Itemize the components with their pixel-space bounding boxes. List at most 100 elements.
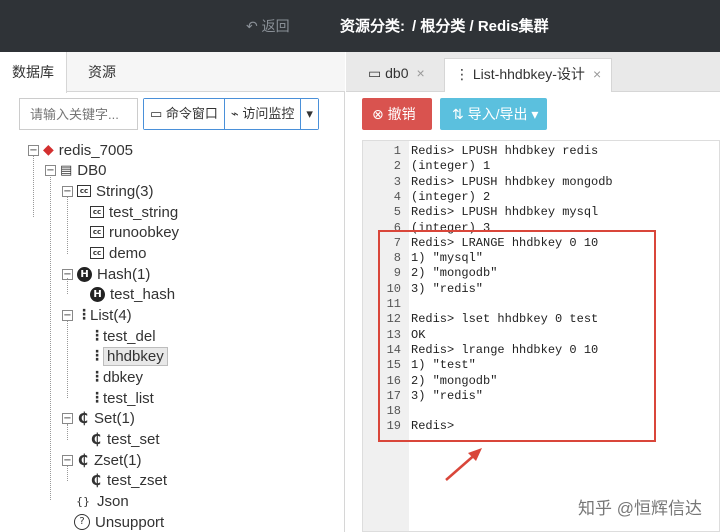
console-text: Redis> LPUSH hhdbkey redis bbox=[411, 144, 599, 158]
back-button[interactable]: ↶ 返回 bbox=[246, 16, 290, 36]
tree-group-list[interactable]: − ⋮ List(4) bbox=[62, 305, 132, 325]
tree-group-string[interactable]: − cc String(3) bbox=[62, 181, 154, 201]
command-window-label: 命令窗口 bbox=[165, 106, 218, 121]
console-text: (integer) 2 bbox=[411, 189, 491, 204]
tree-key[interactable]: ₵ test_set bbox=[90, 429, 160, 449]
key-label: dbkey bbox=[103, 368, 144, 386]
key-label: test_hash bbox=[110, 285, 176, 303]
tree-line bbox=[50, 175, 51, 500]
list-group-label: List(4) bbox=[90, 306, 132, 324]
tab-db0[interactable]: ▭ db0 × bbox=[358, 58, 435, 92]
monitor-icon: ▭ bbox=[368, 65, 386, 81]
braces-icon: {} bbox=[76, 494, 90, 508]
tree-key[interactable]: ⋮ dbkey bbox=[90, 367, 143, 387]
collapse-icon[interactable]: − bbox=[62, 185, 73, 197]
tree-key[interactable]: cc runoobkey bbox=[90, 222, 179, 242]
collapse-icon[interactable]: − bbox=[28, 144, 39, 156]
breadcrumb[interactable]: / 根分类 / Redis集群 bbox=[412, 15, 549, 36]
editor-tabs: ▭ db0 × ⋮ List-hhdbkey-设计 × bbox=[346, 52, 720, 92]
json-label: Json bbox=[97, 492, 129, 510]
key-label: demo bbox=[109, 244, 147, 262]
string-icon: cc bbox=[77, 185, 91, 197]
question-icon: ? bbox=[74, 514, 90, 530]
undo-button[interactable]: ⊗ 撤销 bbox=[362, 98, 432, 130]
collapse-icon[interactable]: − bbox=[62, 268, 73, 280]
collapse-icon[interactable]: − bbox=[62, 309, 73, 321]
set-icon: ₵ bbox=[90, 430, 102, 448]
dropdown-toggle[interactable]: ▾ bbox=[301, 99, 318, 129]
console-text: Redis> LPUSH hhdbkey mysql bbox=[411, 205, 599, 220]
tree-line bbox=[33, 155, 34, 217]
monitor-button[interactable]: ⌁ 访问监控 bbox=[224, 99, 302, 129]
hash-icon: H bbox=[90, 286, 105, 302]
tree-key[interactable]: ⋮ test_list bbox=[90, 388, 154, 408]
resource-category-label: 资源分类: bbox=[340, 18, 405, 35]
tree-key[interactable]: Htest_hash bbox=[90, 284, 175, 304]
collapse-icon[interactable]: − bbox=[62, 454, 73, 466]
tree-group-zset[interactable]: − ₵ Zset(1) bbox=[62, 450, 142, 470]
tree-server-label: redis_7005 bbox=[58, 141, 134, 159]
import-export-button[interactable]: ⇅ 导入/导出 ▾ bbox=[440, 98, 547, 130]
key-label: test_del bbox=[103, 327, 156, 345]
caret-down-icon: ▾ bbox=[306, 106, 313, 121]
redis-icon: ◆ bbox=[43, 142, 54, 158]
import-export-label: 导入/导出 bbox=[467, 106, 528, 122]
tab-resource[interactable]: 资源 bbox=[76, 52, 128, 92]
tree-line bbox=[67, 320, 68, 398]
tab-database[interactable]: 数据库 bbox=[0, 52, 67, 93]
collapse-icon[interactable]: − bbox=[45, 164, 56, 176]
key-label: test_zset bbox=[107, 471, 168, 489]
zset-icon: ₵ bbox=[77, 451, 89, 469]
close-circle-icon: ⊗ bbox=[372, 106, 388, 122]
list-icon: ⋮ bbox=[90, 348, 104, 364]
key-label: test_string bbox=[109, 203, 179, 221]
list-icon: ⋮ bbox=[455, 66, 473, 82]
string-icon: cc bbox=[90, 247, 104, 259]
tab-db0-label: db0 bbox=[385, 65, 409, 81]
list-icon: ⋮ bbox=[77, 307, 91, 323]
string-group-label: String(3) bbox=[96, 182, 154, 200]
tree-group-unsupport[interactable]: ? Unsupport bbox=[74, 512, 164, 532]
tree-key[interactable]: ₵ test_zset bbox=[90, 470, 167, 490]
left-panel: 数据库 资源 ▭ 命令窗口 ⌁ 访问监控 ▾ −◆redis_7005 −▤DB… bbox=[0, 52, 345, 532]
tab-list-design-label: List-hhdbkey-设计 bbox=[472, 66, 585, 82]
tree-group-json[interactable]: {} Json bbox=[74, 491, 129, 511]
tree-key[interactable]: cc demo bbox=[90, 243, 147, 263]
tab-list-design[interactable]: ⋮ List-hhdbkey-设计 × bbox=[444, 58, 613, 92]
unsupport-label: Unsupport bbox=[95, 513, 165, 531]
sort-icon: ⇅ bbox=[452, 106, 468, 122]
tree-line bbox=[67, 196, 68, 254]
tree-db[interactable]: − ▤ DB0 bbox=[45, 160, 106, 180]
close-icon[interactable]: × bbox=[593, 66, 601, 82]
highlight-box bbox=[378, 230, 656, 442]
tree-group-set[interactable]: − ₵ Set(1) bbox=[62, 408, 135, 428]
close-icon[interactable]: × bbox=[416, 65, 424, 81]
zset-group-label: Zset(1) bbox=[94, 451, 142, 469]
string-icon: cc bbox=[90, 226, 104, 238]
tree-db-label: DB0 bbox=[77, 161, 107, 179]
search-input[interactable] bbox=[19, 98, 138, 130]
line-number: 5 bbox=[393, 205, 401, 220]
zset-icon: ₵ bbox=[90, 471, 102, 489]
console-text: Redis> LPUSH hhdbkey mongodb bbox=[411, 174, 613, 189]
left-tabs: 数据库 资源 bbox=[0, 52, 345, 93]
tree-key[interactable]: cc test_string bbox=[90, 202, 178, 222]
key-label: test_list bbox=[103, 389, 154, 407]
line-number: 3 bbox=[393, 174, 401, 189]
list-icon: ⋮ bbox=[90, 390, 104, 406]
tree-server[interactable]: − ◆ redis_7005 bbox=[28, 140, 133, 160]
command-window-button[interactable]: ▭ 命令窗口 bbox=[144, 99, 225, 129]
chart-icon: ⌁ bbox=[230, 106, 243, 121]
key-label: hhdbkey bbox=[103, 346, 168, 366]
console-text: (integer) 1 bbox=[411, 159, 491, 174]
arrow-annotation bbox=[445, 448, 482, 481]
list-icon: ⋮ bbox=[90, 369, 104, 385]
tree-key[interactable]: ⋮ test_del bbox=[90, 326, 156, 346]
collapse-icon[interactable]: − bbox=[62, 412, 73, 424]
back-icon: ↶ bbox=[246, 18, 258, 34]
tree-key-selected[interactable]: ⋮ hhdbkey bbox=[90, 346, 168, 366]
line-number: 4 bbox=[393, 189, 401, 204]
tree-group-hash[interactable]: − H Hash(1) bbox=[62, 264, 150, 284]
hash-group-label: Hash(1) bbox=[97, 265, 151, 283]
database-icon: ▤ bbox=[60, 162, 73, 178]
